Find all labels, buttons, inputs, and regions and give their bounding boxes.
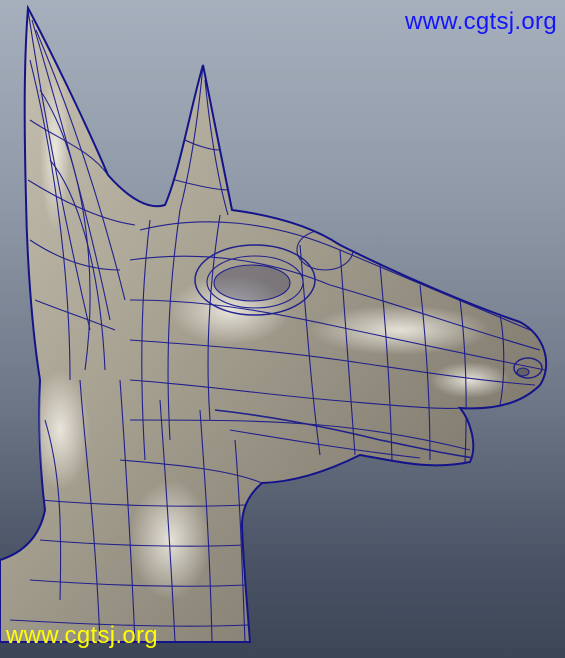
watermark-bottom: www.cgtsj.org xyxy=(6,622,158,649)
3d-viewport[interactable]: www.cgtsj.org www.cgtsj.org xyxy=(0,0,565,658)
jackal-head-model xyxy=(0,4,548,643)
watermark-top: www.cgtsj.org xyxy=(405,8,557,35)
